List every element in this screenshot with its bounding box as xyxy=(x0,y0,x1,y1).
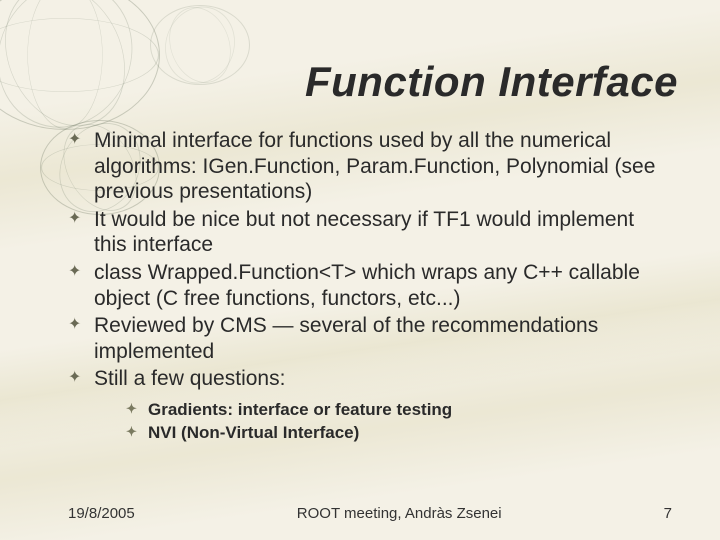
slide: Function Interface Minimal interface for… xyxy=(0,0,720,540)
bullet-item: class Wrapped.Function<T> which wraps an… xyxy=(68,260,672,311)
bullet-item-text: Still a few questions: xyxy=(94,367,285,390)
bullet-item: Reviewed by CMS — several of the recomme… xyxy=(68,313,672,364)
slide-body: Minimal interface for functions used by … xyxy=(0,106,720,444)
slide-title: Function Interface xyxy=(0,0,720,106)
sub-bullet-item: Gradients: interface or feature testing xyxy=(126,400,672,421)
footer-page-number: 7 xyxy=(664,505,672,522)
footer-center: ROOT meeting, Andràs Zsenei xyxy=(135,505,664,522)
sub-bullet-item: NVI (Non-Virtual Interface) xyxy=(126,423,672,444)
bullet-item: Minimal interface for functions used by … xyxy=(68,128,672,205)
slide-footer: 19/8/2005 ROOT meeting, Andràs Zsenei 7 xyxy=(0,505,720,522)
bullet-list: Minimal interface for functions used by … xyxy=(68,128,672,444)
footer-date: 19/8/2005 xyxy=(68,505,135,522)
bullet-item: Still a few questions: Gradients: interf… xyxy=(68,366,672,443)
bullet-item: It would be nice but not necessary if TF… xyxy=(68,207,672,258)
sub-bullet-list: Gradients: interface or feature testing … xyxy=(126,400,672,443)
